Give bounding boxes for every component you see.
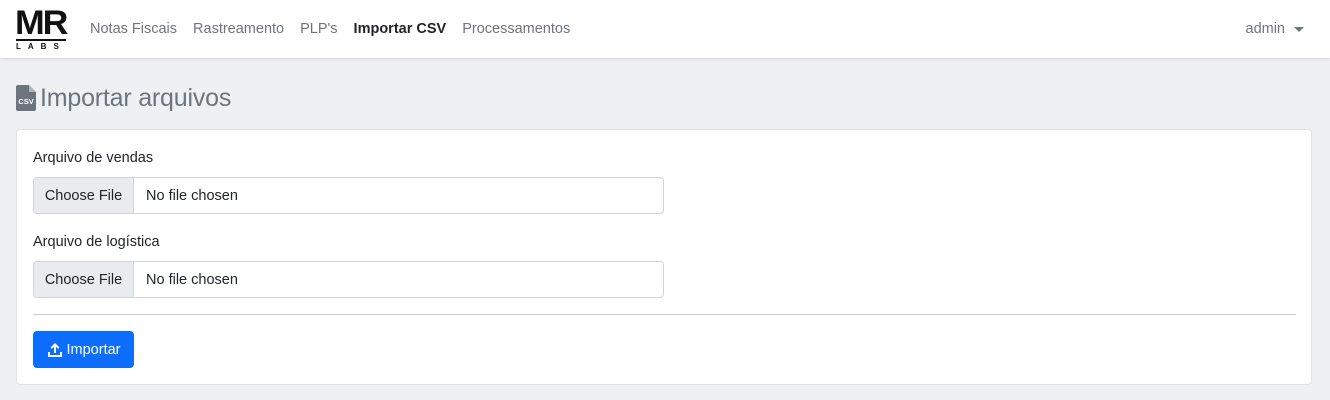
page-header: CSV Importar arquivos — [16, 84, 231, 112]
form-divider — [33, 314, 1296, 315]
brand-logo-bar — [16, 39, 66, 41]
import-button[interactable]: Importar — [33, 331, 134, 368]
nav-item-plps[interactable]: PLP's — [300, 21, 337, 37]
logistics-file-status: No file chosen — [146, 271, 238, 288]
nav-item-importar-csv[interactable]: Importar CSV — [354, 21, 447, 37]
brand-logo-sub: LABS — [16, 42, 66, 51]
top-navbar: MR LABS Notas Fiscais Rastreamento PLP's… — [0, 0, 1330, 58]
nav-item-notas-fiscais[interactable]: Notas Fiscais — [90, 21, 177, 37]
user-name: admin — [1245, 21, 1286, 37]
csv-icon-text: CSV — [18, 97, 33, 106]
sales-file-label: Arquivo de vendas — [33, 150, 154, 166]
page-title: Importar arquivos — [40, 83, 232, 112]
import-card: Arquivo de vendas Choose File No file ch… — [16, 129, 1312, 385]
nav-item-processamentos[interactable]: Processamentos — [462, 21, 570, 37]
sales-choose-file-button[interactable]: Choose File — [34, 178, 134, 213]
sales-file-status: No file chosen — [146, 187, 238, 204]
nav-item-rastreamento[interactable]: Rastreamento — [193, 21, 284, 37]
sales-file-input[interactable]: Choose File No file chosen — [33, 177, 664, 214]
upload-icon — [47, 342, 62, 357]
csv-file-icon: CSV — [16, 85, 36, 111]
import-button-label: Importar — [66, 341, 121, 358]
nav-links: Notas Fiscais Rastreamento PLP's Importa… — [90, 0, 586, 58]
logistics-file-input[interactable]: Choose File No file chosen — [33, 261, 664, 298]
logistics-file-label: Arquivo de logística — [33, 234, 160, 250]
brand-logo[interactable]: MR LABS — [15, 4, 68, 52]
brand-logo-main: MR — [15, 4, 68, 42]
user-menu-dropdown[interactable]: admin — [1245, 0, 1304, 58]
caret-down-icon — [1294, 27, 1304, 32]
logistics-choose-file-button[interactable]: Choose File — [34, 262, 134, 297]
